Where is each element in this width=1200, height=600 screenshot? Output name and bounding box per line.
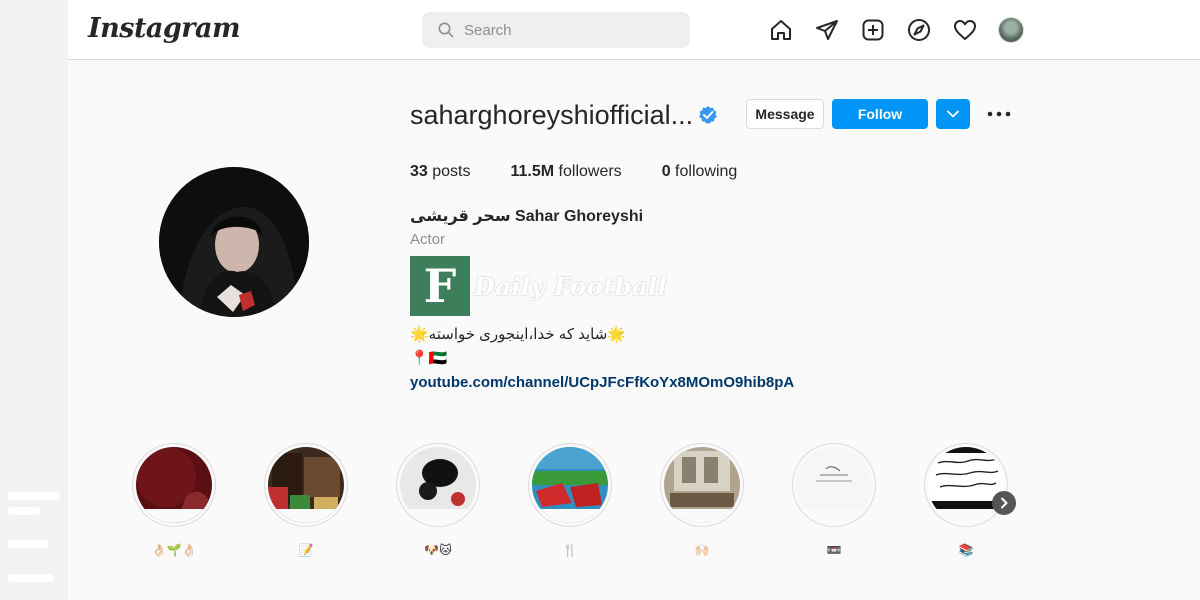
- highlight-ring: [792, 443, 876, 527]
- posts-number: 33: [410, 163, 428, 180]
- highlight-cover: [796, 447, 872, 523]
- location-line: 📍🇦🇪: [410, 350, 448, 367]
- full-name: سحر قریشی Sahar Ghoreyshi: [410, 208, 644, 225]
- posts-count: 33 posts: [410, 163, 471, 181]
- highlight-label: 📼: [826, 543, 842, 557]
- instagram-logo[interactable]: Instagram: [88, 13, 241, 44]
- ellipsis-icon: [987, 111, 1011, 117]
- highlight-cover: [268, 447, 344, 523]
- username: saharghoreyshiofficial...: [410, 100, 694, 130]
- highlight-item[interactable]: 🙌🏻: [660, 443, 744, 563]
- highlight-label: 🍴: [562, 543, 578, 557]
- highlight-ring: [396, 443, 480, 527]
- blur-bar: [8, 574, 54, 582]
- highlight-cover: [136, 447, 212, 523]
- following-number: 0: [661, 163, 671, 180]
- profile-header-row: saharghoreyshiofficial... Message Follow: [410, 96, 1110, 136]
- highlight-ring: [132, 443, 216, 527]
- story-highlights: 👌🏻🌱👌🏻 📝 🐶🐱 🍴 🙌🏻 📼 📚: [132, 443, 1012, 563]
- blur-bar: [8, 540, 48, 548]
- highlights-next-button[interactable]: [992, 491, 1016, 515]
- highlight-cover: [664, 447, 740, 523]
- daily-football-logo: F: [410, 256, 470, 316]
- highlight-item[interactable]: 👌🏻🌱👌🏻: [132, 443, 216, 563]
- suggested-dropdown-button[interactable]: [936, 99, 970, 129]
- highlight-ring: [528, 443, 612, 527]
- search-input[interactable]: [464, 12, 674, 48]
- profile-stats: 33 posts 11.5M followers 0 following: [410, 163, 777, 181]
- highlight-item[interactable]: 🐶🐱: [396, 443, 480, 563]
- message-button[interactable]: Message: [746, 99, 824, 129]
- highlight-label: 👌🏻🌱👌🏻: [151, 543, 197, 557]
- explore-icon[interactable]: [906, 17, 932, 43]
- highlight-cover: [532, 447, 608, 523]
- watermark-text: Daily Football: [474, 272, 668, 301]
- followers-link[interactable]: 11.5M followers: [511, 163, 622, 181]
- blur-bar: [8, 492, 60, 500]
- verified-badge-icon: [698, 105, 718, 130]
- search-box[interactable]: [422, 12, 690, 48]
- highlight-item[interactable]: 🍴: [528, 443, 612, 563]
- highlight-label: 📚: [958, 543, 974, 557]
- highlight-ring: [660, 443, 744, 527]
- external-link[interactable]: youtube.com/channel/UCpJFcFfKoYx8MOmO9hi…: [410, 374, 794, 391]
- following-label: following: [675, 163, 738, 180]
- blur-bar: [8, 507, 40, 515]
- highlight-ring: [264, 443, 348, 527]
- new-post-icon[interactable]: [860, 17, 886, 43]
- category-label: Actor: [410, 231, 446, 248]
- highlight-label: 🐶🐱: [424, 543, 452, 557]
- following-link[interactable]: 0 following: [662, 163, 738, 181]
- top-navigation-bar: Instagram: [68, 0, 1200, 60]
- more-options-button[interactable]: [986, 102, 1012, 126]
- highlight-item[interactable]: 📝: [264, 443, 348, 563]
- nav-icons: [768, 17, 1024, 43]
- highlight-label: 🙌🏻: [694, 543, 710, 557]
- followers-number: 11.5M: [510, 163, 555, 180]
- direct-icon[interactable]: [814, 17, 840, 43]
- profile-photo: [159, 167, 309, 317]
- highlight-cover: [400, 447, 476, 523]
- followers-label: followers: [558, 163, 622, 180]
- left-edge-panel: [0, 0, 68, 600]
- bio-text: 🌟شاید که خدا،اینجوری خواسته🌟: [410, 326, 626, 343]
- chevron-down-icon: [947, 110, 959, 118]
- search-icon: [438, 22, 454, 38]
- chevron-right-icon: [1001, 497, 1008, 509]
- highlight-label: 📝: [298, 543, 314, 557]
- home-icon[interactable]: [768, 17, 794, 43]
- highlight-item[interactable]: 📼: [792, 443, 876, 563]
- highlight-cover: [928, 447, 1004, 523]
- posts-label: posts: [432, 163, 471, 180]
- highlight-ring: [924, 443, 1008, 527]
- profile-picture[interactable]: [159, 167, 309, 317]
- avatar: [998, 17, 1024, 43]
- profile-avatar[interactable]: [998, 17, 1024, 43]
- follow-button[interactable]: Follow: [832, 99, 928, 129]
- activity-heart-icon[interactable]: [952, 17, 978, 43]
